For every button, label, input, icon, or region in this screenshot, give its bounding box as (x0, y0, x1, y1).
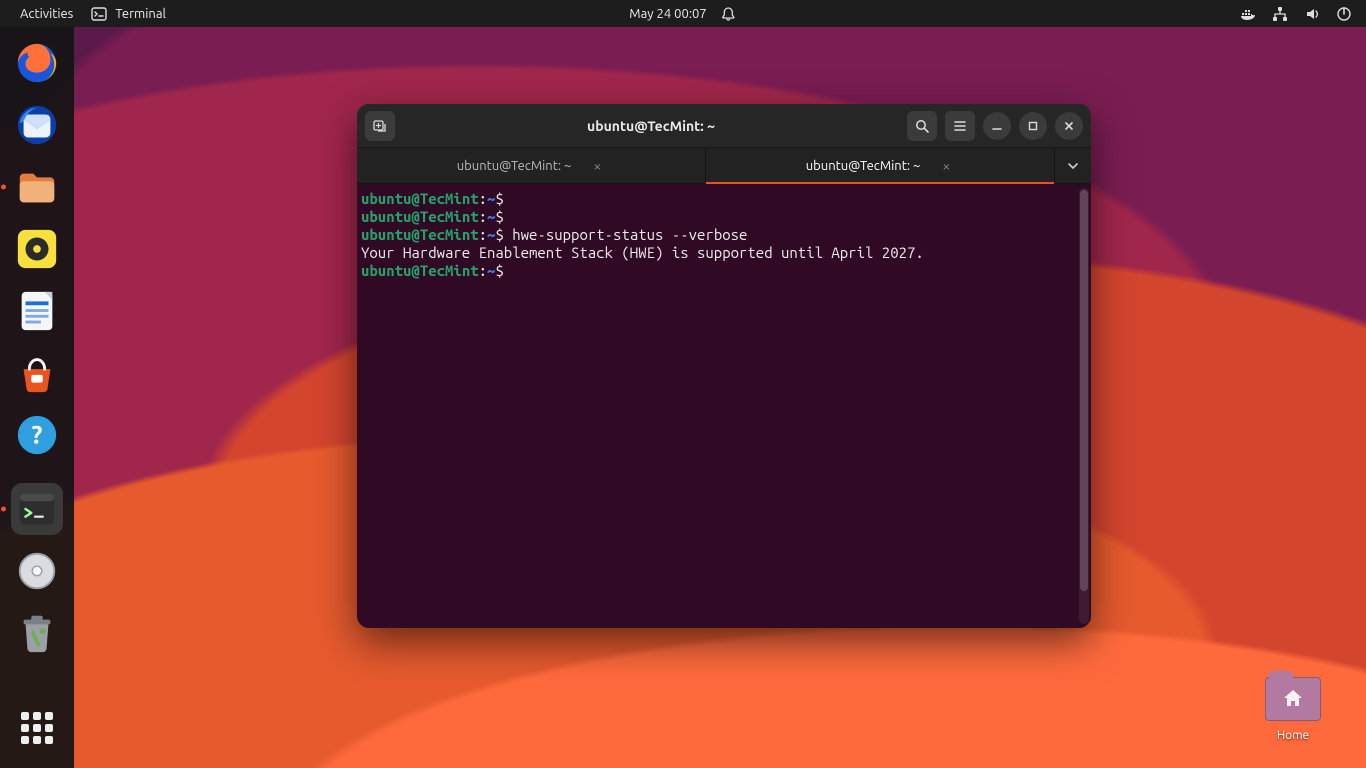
dock: ? (0, 27, 74, 768)
svg-text:?: ? (32, 421, 43, 449)
thunderbird-icon (14, 102, 60, 148)
dock-trash[interactable] (11, 607, 63, 659)
firefox-icon (14, 40, 60, 86)
tab-label: ubuntu@TecMint: ~ (457, 159, 572, 173)
tab-close-icon[interactable]: × (589, 156, 605, 176)
apps-grid-icon (21, 712, 53, 744)
terminal-body[interactable]: ubuntu@TecMint:~$ubuntu@TecMint:~$ubuntu… (357, 184, 1091, 628)
terminal-line: ubuntu@TecMint:~$ hwe-support-status --v… (361, 226, 1087, 244)
terminal-app-icon (91, 6, 107, 22)
power-icon[interactable] (1336, 6, 1352, 22)
terminal-line: ubuntu@TecMint:~$ (361, 190, 1087, 208)
tab-dropdown-button[interactable] (1055, 148, 1091, 183)
desktop-home-label: Home (1277, 729, 1309, 742)
terminal-tab-2[interactable]: ubuntu@TecMint: ~ × (706, 148, 1055, 183)
notifications-icon[interactable] (721, 6, 737, 22)
gnome-top-panel: Activities Terminal May 24 00:07 (0, 0, 1366, 27)
chevron-down-icon (1066, 159, 1080, 173)
search-button[interactable] (907, 111, 937, 141)
terminal-line: ubuntu@TecMint:~$ (361, 262, 1087, 280)
network-wired-icon[interactable] (1272, 6, 1288, 22)
rhythmbox-icon (14, 226, 60, 272)
dock-disk[interactable] (11, 545, 63, 597)
maximize-button[interactable] (1019, 112, 1047, 140)
dock-terminal[interactable] (11, 483, 63, 535)
dock-writer[interactable] (11, 285, 63, 337)
writer-icon (14, 288, 60, 334)
window-titlebar[interactable]: ubuntu@TecMint: ~ (357, 104, 1091, 148)
minimize-button[interactable] (983, 112, 1011, 140)
focused-app-indicator[interactable]: Terminal (91, 6, 166, 22)
terminal-line: Your Hardware Enablement Stack (HWE) is … (361, 244, 1087, 262)
terminal-line: ubuntu@TecMint:~$ (361, 208, 1087, 226)
tab-label: ubuntu@TecMint: ~ (806, 159, 921, 173)
trash-icon (14, 610, 60, 656)
dock-firefox[interactable] (11, 37, 63, 89)
terminal-scrollbar[interactable] (1079, 188, 1089, 624)
dock-files[interactable] (11, 161, 63, 213)
dock-help[interactable]: ? (11, 409, 63, 461)
show-applications-button[interactable] (11, 702, 63, 754)
terminal-tabbar: ubuntu@TecMint: ~ × ubuntu@TecMint: ~ × (357, 148, 1091, 184)
close-button[interactable] (1055, 112, 1083, 140)
window-title: ubuntu@TecMint: ~ (403, 118, 899, 134)
home-folder-icon (1265, 677, 1321, 721)
terminal-window: ubuntu@TecMint: ~ ubuntu@TecMint: ~ × ub… (357, 104, 1091, 628)
clock[interactable]: May 24 00:07 (629, 7, 706, 21)
hamburger-menu-button[interactable] (945, 111, 975, 141)
docker-tray-icon[interactable] (1240, 6, 1256, 22)
terminal-icon (14, 486, 60, 532)
dock-thunderbird[interactable] (11, 99, 63, 151)
ubuntu-software-icon (14, 350, 60, 396)
dock-ubuntu-software[interactable] (11, 347, 63, 399)
new-tab-button[interactable] (365, 111, 395, 141)
terminal-tab-1[interactable]: ubuntu@TecMint: ~ × (357, 148, 706, 183)
tab-close-icon[interactable]: × (938, 156, 954, 176)
help-icon: ? (14, 412, 60, 458)
dock-rhythmbox[interactable] (11, 223, 63, 275)
focused-app-label: Terminal (115, 7, 166, 21)
activities-button[interactable]: Activities (20, 7, 73, 21)
files-icon (14, 164, 60, 210)
disk-icon (14, 548, 60, 594)
volume-icon[interactable] (1304, 6, 1320, 22)
desktop-home-icon[interactable]: Home (1258, 677, 1328, 742)
